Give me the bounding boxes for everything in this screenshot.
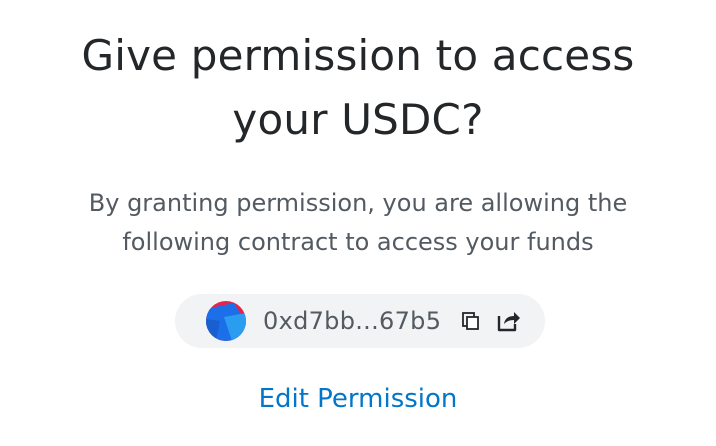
title-line-1: Give permission to access	[81, 31, 635, 80]
edit-permission-link[interactable]: Edit Permission	[0, 380, 716, 418]
description-line-2: following contract to access your funds	[122, 228, 594, 256]
contract-address: 0xd7bb...67b5	[263, 307, 442, 335]
jazzicon-avatar-icon	[206, 301, 246, 341]
permission-description: By granting permission, you are allowing…	[40, 184, 676, 262]
copy-icon[interactable]	[460, 310, 482, 332]
title-line-2: your USDC?	[232, 95, 484, 144]
open-in-new-icon[interactable]	[495, 308, 521, 334]
permission-dialog: Give permission to access your USDC? By …	[0, 0, 716, 446]
page-title: Give permission to access your USDC?	[0, 24, 716, 152]
description-line-1: By granting permission, you are allowing…	[88, 189, 628, 217]
contract-address-pill: 0xd7bb...67b5	[175, 294, 545, 348]
